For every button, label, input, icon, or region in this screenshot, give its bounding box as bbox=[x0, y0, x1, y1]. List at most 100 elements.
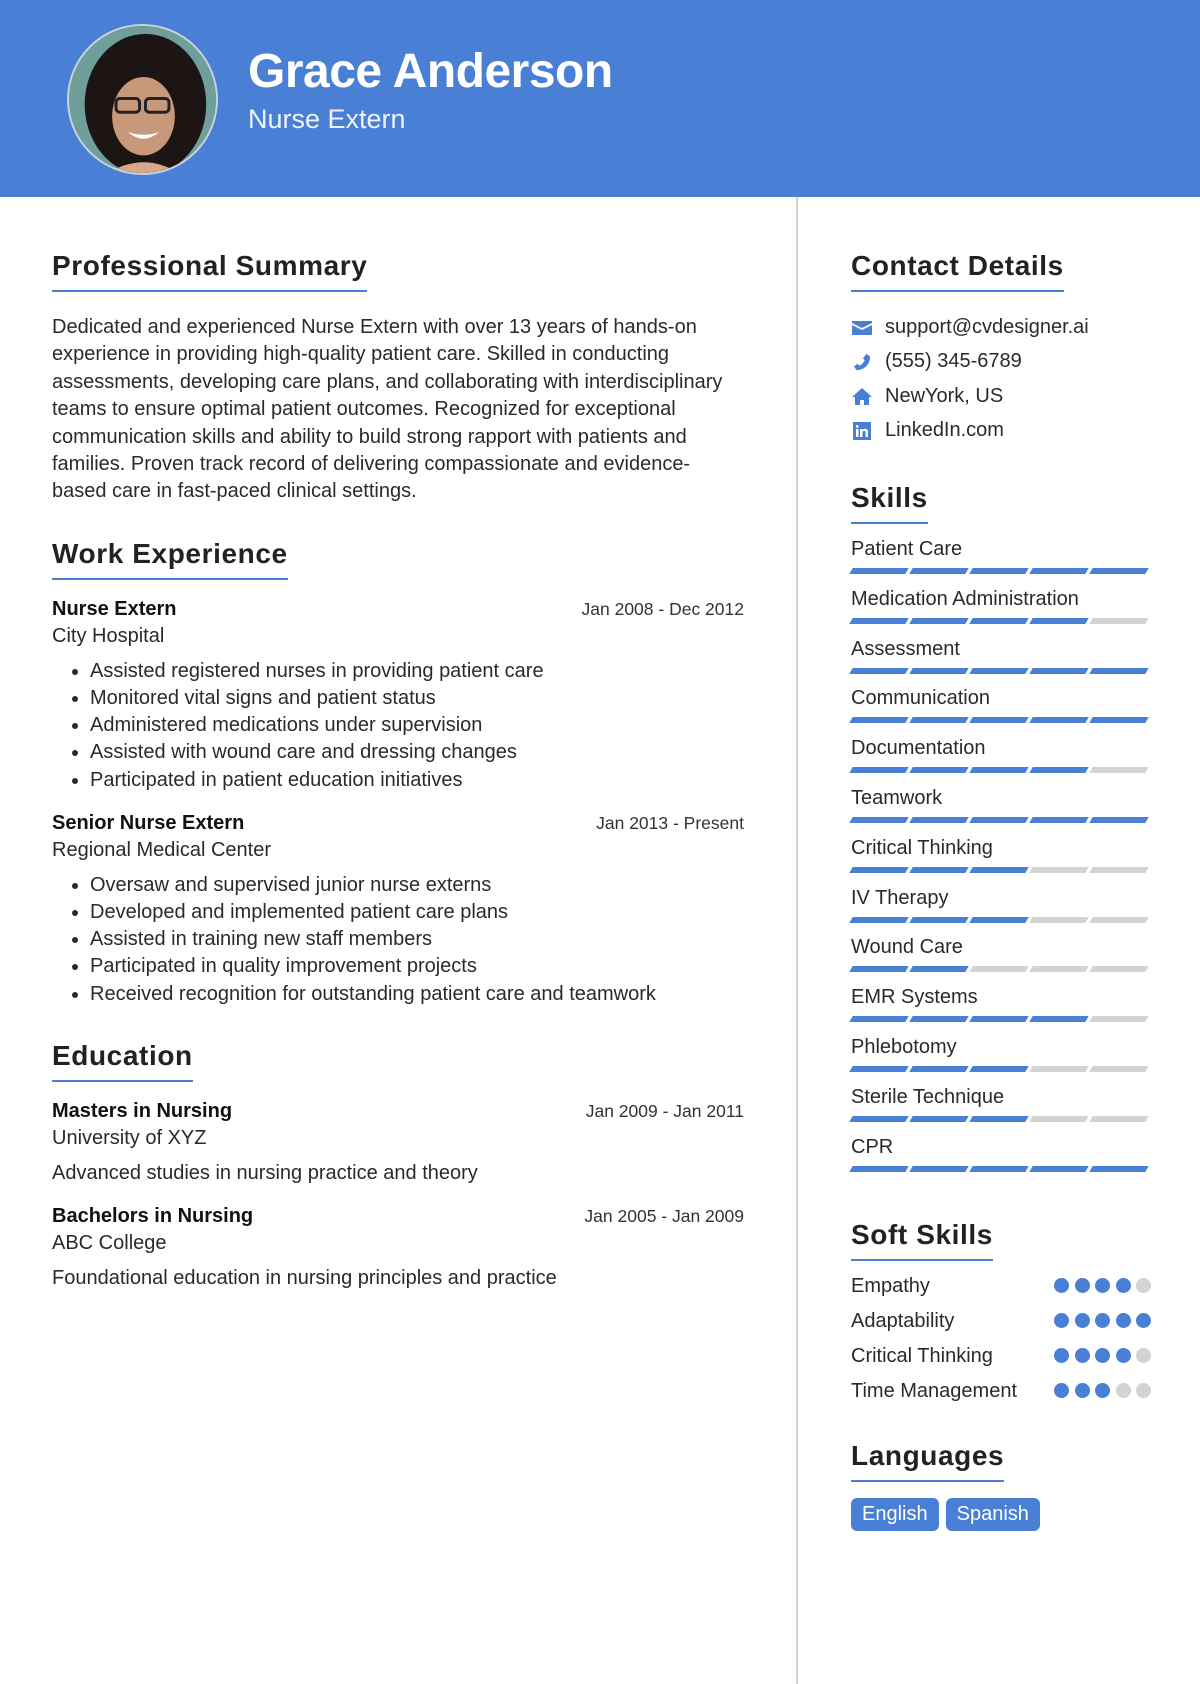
skill-bar-empty bbox=[1089, 916, 1149, 923]
soft-skill-item: Empathy bbox=[851, 1273, 1151, 1299]
rating-dot-filled bbox=[1054, 1383, 1069, 1399]
phone-icon bbox=[851, 352, 873, 372]
languages-section: Languages English Spanish bbox=[851, 1440, 1151, 1532]
rating-dot-filled bbox=[1136, 1313, 1151, 1329]
school-name: University of XYZ bbox=[52, 1126, 207, 1149]
skill-item: Assessment bbox=[849, 636, 1151, 686]
skill-bar-filled bbox=[1029, 1165, 1089, 1172]
contact-list: support@cvdesigner.ai (555) 345-6789 NewYo… bbox=[851, 310, 1151, 448]
skill-bar-empty bbox=[1029, 1115, 1089, 1122]
skill-bar-filled bbox=[909, 1065, 969, 1072]
soft-skill-rating bbox=[1049, 1308, 1151, 1334]
skill-bar-empty bbox=[1089, 966, 1149, 973]
skill-bar-filled bbox=[909, 568, 969, 574]
skill-bar-filled bbox=[1089, 568, 1149, 574]
skill-bar-filled bbox=[969, 767, 1029, 774]
summary-heading: Professional Summary bbox=[52, 250, 368, 292]
rating-dot-empty bbox=[1136, 1278, 1151, 1294]
skill-bar-filled bbox=[1029, 767, 1089, 774]
contact-item[interactable]: support@cvdesigner.ai bbox=[851, 310, 1151, 345]
contact-section: Contact Details support@cvdesigner.ai (55… bbox=[851, 250, 1151, 448]
skill-name: EMR Systems bbox=[851, 986, 978, 1009]
contact-item[interactable]: (555) 345-6789 bbox=[851, 345, 1151, 380]
skill-bar-filled bbox=[909, 866, 969, 873]
skill-bar-filled bbox=[969, 916, 1029, 923]
skills-heading: Skills bbox=[851, 482, 928, 524]
skill-bar-filled bbox=[969, 617, 1029, 624]
skill-bar-empty bbox=[1029, 966, 1089, 973]
skill-bar-empty bbox=[969, 966, 1029, 973]
skill-bar-filled bbox=[1029, 816, 1089, 823]
skill-bar-filled bbox=[969, 1165, 1029, 1172]
skill-name: IV Therapy bbox=[851, 886, 949, 909]
soft-skills-section: Soft Skills Empathy Adaptability Critical … bbox=[851, 1219, 1151, 1404]
skill-name: Assessment bbox=[851, 637, 960, 660]
contact-heading: Contact Details bbox=[851, 250, 1064, 292]
skill-level-bars bbox=[849, 916, 1151, 923]
skill-bar-empty bbox=[1089, 1065, 1149, 1072]
skill-name: Critical Thinking bbox=[851, 836, 993, 859]
contact-text[interactable]: NewYork, US bbox=[885, 385, 1003, 408]
skill-name: Medication Administration bbox=[851, 587, 1079, 610]
rating-dot-filled bbox=[1095, 1348, 1110, 1364]
job-bullets: Assisted registered nurses in providing … bbox=[52, 658, 744, 794]
summary-text: Dedicated and experienced Nurse Extern w… bbox=[52, 316, 723, 503]
rating-dot-empty bbox=[1136, 1383, 1151, 1399]
rating-dot-filled bbox=[1115, 1313, 1131, 1329]
skill-bar-empty bbox=[1029, 916, 1089, 923]
skill-bar-filled bbox=[849, 1016, 909, 1023]
rating-dot-filled bbox=[1115, 1278, 1131, 1294]
skill-bar-filled bbox=[909, 1115, 969, 1122]
contact-item[interactable]: NewYork, US bbox=[851, 379, 1151, 414]
rating-dot-filled bbox=[1074, 1348, 1090, 1364]
contact-text[interactable]: LinkedIn.com bbox=[885, 419, 1004, 442]
skill-item: Teamwork bbox=[849, 785, 1151, 835]
job-bullet: Assisted registered nurses in providing … bbox=[90, 658, 744, 685]
skill-level-bars bbox=[849, 568, 1151, 574]
soft-skill-name: Time Management bbox=[851, 1380, 1017, 1403]
language-badge: English bbox=[851, 1498, 939, 1532]
job-organization: Regional Medical Center bbox=[52, 838, 272, 861]
resume-header: Grace Anderson Nurse Extern bbox=[0, 0, 1200, 197]
envelope-icon bbox=[851, 317, 873, 337]
contact-text[interactable]: (555) 345-6789 bbox=[885, 350, 1022, 373]
soft-skills-list: Empathy Adaptability Critical Thinking Time… bbox=[851, 1273, 1151, 1404]
education-heading: Education bbox=[52, 1040, 193, 1082]
skill-level-bars bbox=[849, 667, 1151, 674]
rating-dot-filled bbox=[1115, 1348, 1131, 1364]
skill-level-bars bbox=[849, 816, 1151, 823]
skill-level-bars bbox=[849, 767, 1151, 774]
contact-item[interactable]: LinkedIn.com bbox=[851, 414, 1151, 449]
skills-section: Skills Patient Care Medication Administra… bbox=[849, 482, 1151, 1183]
skills-list: Patient Care Medication Administration Ass… bbox=[849, 536, 1151, 1183]
summary-section: Professional Summary Dedicated and exper… bbox=[52, 250, 744, 506]
rating-dot-filled bbox=[1095, 1383, 1110, 1399]
skill-item: Wound Care bbox=[849, 934, 1151, 984]
soft-skill-item: Time Management bbox=[851, 1378, 1151, 1404]
skill-name: Wound Care bbox=[851, 936, 963, 959]
education-date: Jan 2009 - Jan 2011 bbox=[585, 1100, 744, 1121]
skill-name: Teamwork bbox=[851, 786, 943, 809]
contact-text[interactable]: support@cvdesigner.ai bbox=[885, 316, 1089, 339]
skill-bar-filled bbox=[969, 1115, 1029, 1122]
skill-item: Patient Care bbox=[849, 536, 1151, 586]
skill-bar-filled bbox=[1089, 816, 1149, 823]
linkedin-icon bbox=[851, 421, 873, 441]
experience-heading: Work Experience bbox=[52, 538, 288, 580]
skill-item: EMR Systems bbox=[849, 984, 1151, 1034]
soft-skill-name: Critical Thinking bbox=[851, 1345, 993, 1368]
soft-skill-item: Adaptability bbox=[851, 1308, 1151, 1334]
rating-dot-filled bbox=[1054, 1313, 1069, 1329]
skill-bar-empty bbox=[1089, 1016, 1149, 1023]
skill-bar-filled bbox=[849, 568, 909, 574]
skill-name: Patient Care bbox=[851, 538, 963, 560]
rating-dot-filled bbox=[1074, 1313, 1090, 1329]
skill-bar-filled bbox=[909, 767, 969, 774]
education-entry: Bachelors in Nursing ABC College Jan 2005 … bbox=[52, 1203, 744, 1292]
skill-bar-filled bbox=[909, 966, 969, 973]
skill-bar-empty bbox=[1089, 617, 1149, 624]
rating-dot-filled bbox=[1054, 1348, 1069, 1364]
home-icon bbox=[851, 386, 873, 406]
education-list: Masters in Nursing University of XYZ Jan 2… bbox=[52, 1098, 744, 1292]
skill-bar-filled bbox=[909, 667, 969, 674]
